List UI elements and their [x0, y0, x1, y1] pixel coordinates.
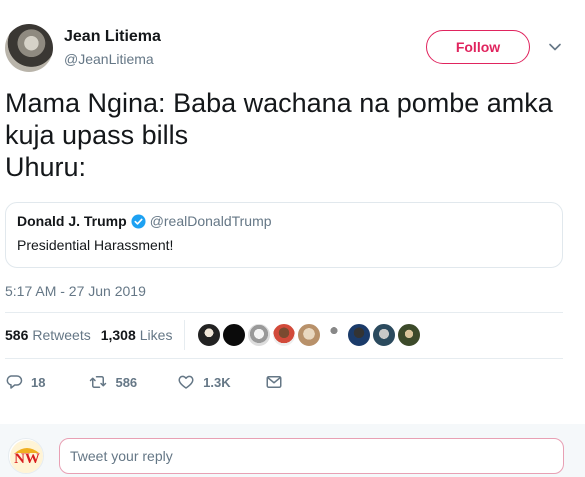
- retweets-label[interactable]: Retweets: [32, 327, 90, 343]
- reply-button[interactable]: 18: [5, 373, 45, 391]
- liker-avatar[interactable]: [297, 323, 322, 347]
- reply-avatar: NW: [8, 438, 44, 474]
- heart-icon: [178, 375, 194, 389]
- direct-message-button[interactable]: [265, 373, 283, 391]
- like-count: 1.3K: [203, 374, 231, 390]
- quoted-author-name: Donald J. Trump: [17, 213, 127, 229]
- stats-divider: [184, 320, 186, 350]
- chevron-down-icon[interactable]: [548, 40, 562, 54]
- retweets-count[interactable]: 586: [5, 327, 28, 343]
- liker-avatar[interactable]: [222, 323, 247, 347]
- reply-avatar-text: NW: [14, 451, 40, 467]
- liker-avatar[interactable]: [247, 323, 272, 347]
- liker-avatar[interactable]: [272, 323, 297, 347]
- reply-icon: [6, 375, 23, 389]
- tweet-actions: 18 586 1.3K: [5, 370, 283, 394]
- retweet-count: 586: [115, 374, 138, 390]
- reply-input[interactable]: [59, 438, 564, 474]
- tweet-timestamp[interactable]: 5:17 AM - 27 Jun 2019: [5, 283, 146, 299]
- tweet-text: Mama Ngina: Baba wachana na pombe amka k…: [5, 88, 553, 182]
- verified-badge-icon: [131, 213, 146, 229]
- likes-count[interactable]: 1,308: [101, 327, 136, 343]
- retweet-button[interactable]: 586: [89, 373, 137, 391]
- liker-avatar[interactable]: [372, 323, 397, 347]
- author-avatar[interactable]: [5, 24, 53, 72]
- quoted-tweet[interactable]: Donald J. Trump @realDonaldTrump Preside…: [5, 202, 563, 268]
- retweet-icon: [90, 376, 107, 388]
- liker-avatar[interactable]: [347, 323, 372, 347]
- quoted-author-handle: @realDonaldTrump: [149, 213, 272, 229]
- divider: [5, 358, 563, 359]
- reply-count: 18: [31, 374, 46, 390]
- author-handle[interactable]: @JeanLitiema: [64, 51, 154, 67]
- follow-button[interactable]: Follow: [426, 30, 530, 64]
- like-button[interactable]: 1.3K: [177, 373, 231, 391]
- likes-label[interactable]: Likes: [140, 327, 173, 343]
- liker-avatar[interactable]: [322, 323, 347, 347]
- message-icon: [266, 376, 282, 388]
- engagement-stats: 586 Retweets 1,308 Likes: [5, 312, 422, 358]
- quoted-tweet-text: Presidential Harassment!: [17, 237, 174, 253]
- author-name[interactable]: Jean Litiema: [64, 28, 161, 46]
- liker-avatar[interactable]: [397, 323, 422, 347]
- liker-avatar[interactable]: [197, 323, 222, 347]
- liker-avatars: [197, 323, 422, 347]
